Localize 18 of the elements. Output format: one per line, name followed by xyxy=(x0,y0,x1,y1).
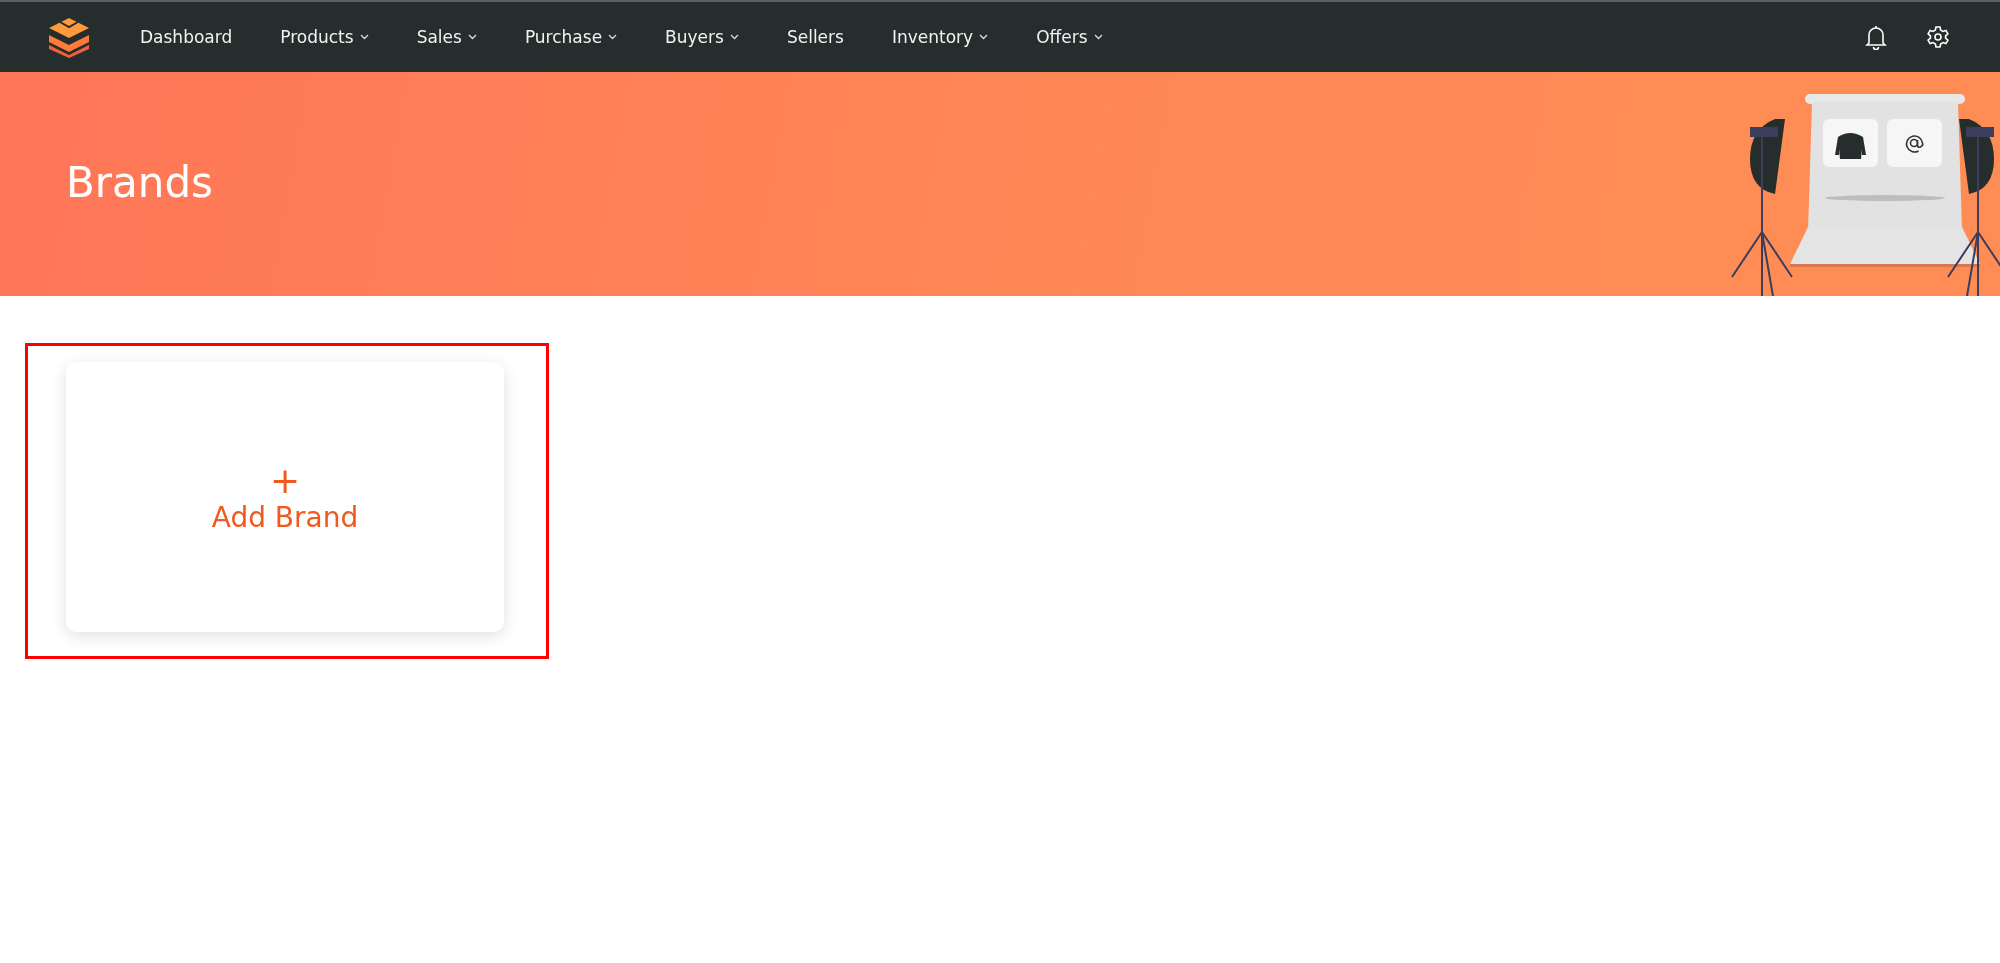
chevron-down-icon xyxy=(359,34,369,40)
nav-link[interactable]: Purchase xyxy=(518,23,624,51)
nav-link[interactable]: Products xyxy=(274,23,375,51)
page-title: Brands xyxy=(66,157,213,207)
chevron-down-icon xyxy=(979,34,989,40)
chevron-down-icon xyxy=(1093,34,1103,40)
chevron-down-icon xyxy=(729,34,739,40)
nav-link[interactable]: Buyers xyxy=(659,23,745,51)
add-brand-label: Add Brand xyxy=(211,501,359,534)
nav-link[interactable]: Offers xyxy=(1030,23,1109,51)
chevron-down-icon xyxy=(608,34,618,40)
nav-link[interactable]: Inventory xyxy=(885,23,995,51)
chevron-down-icon xyxy=(467,34,477,40)
nav-link[interactable]: Dashboard xyxy=(134,23,239,51)
logo-icon xyxy=(46,16,92,58)
nav-link[interactable]: Sales xyxy=(410,23,483,51)
plus-sign: + xyxy=(269,460,301,502)
nav-link[interactable]: Sellers xyxy=(780,23,850,51)
